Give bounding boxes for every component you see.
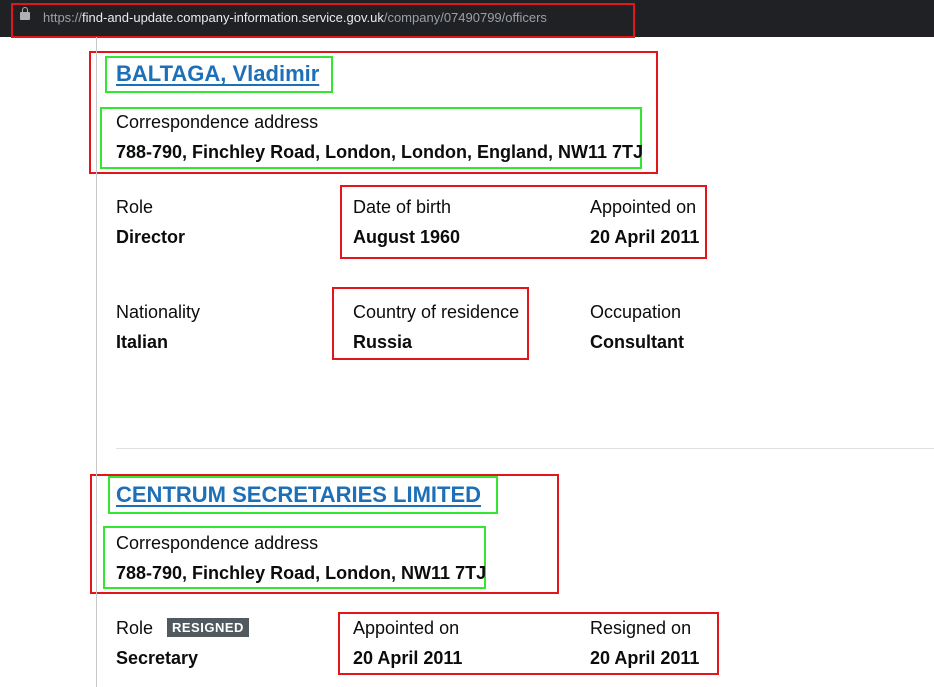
appointed-label: Appointed on [353,618,460,638]
appointed-value: 20 April 2011 [590,227,700,247]
resigned-status-badge: RESIGNED [167,618,249,637]
appointed-value: 20 April 2011 [353,648,463,668]
occupation-value: Consultant [590,332,684,352]
role-value: Secretary [116,648,199,668]
occupation-label: Occupation [590,302,682,322]
address-label: Correspondence address [116,112,319,132]
residence-value: Russia [353,332,413,352]
appointed-label: Appointed on [590,197,697,217]
highlight-box-url [11,3,635,38]
officer-name-link[interactable]: CENTRUM SECRETARIES LIMITED [116,482,481,508]
role-value: Director [116,227,186,247]
officer-separator [116,448,934,449]
address-value: 788-790, Finchley Road, London, NW11 7TJ [116,563,487,583]
officer-name-link[interactable]: BALTAGA, Vladimir [116,61,319,87]
role-label: Role [116,618,154,638]
resigned-value: 20 April 2011 [590,648,700,668]
address-label: Correspondence address [116,533,319,553]
timeline-divider [96,37,97,687]
address-value: 788-790, Finchley Road, London, London, … [116,142,644,162]
dob-value: August 1960 [353,227,461,247]
nationality-label: Nationality [116,302,201,322]
role-label: Role [116,197,154,217]
nationality-value: Italian [116,332,169,352]
residence-label: Country of residence [353,302,520,322]
resigned-label: Resigned on [590,618,692,638]
dob-label: Date of birth [353,197,452,217]
